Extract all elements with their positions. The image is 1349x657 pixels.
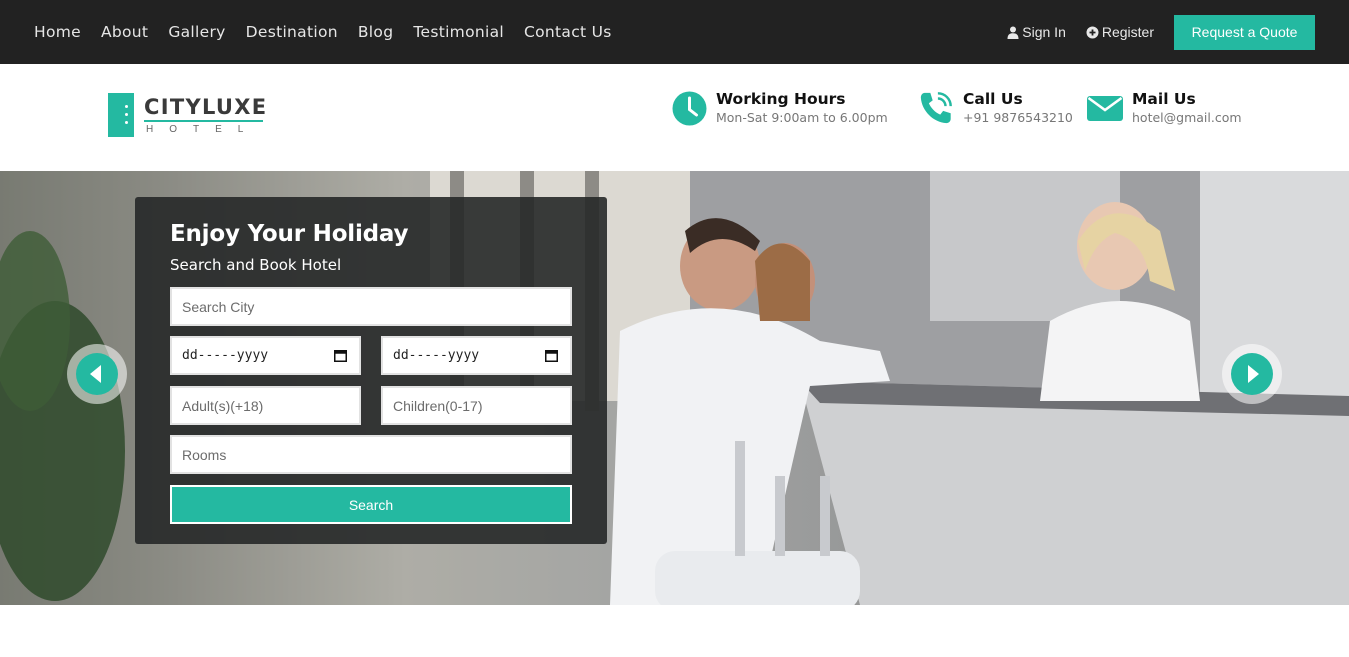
chevron-right-icon — [1231, 353, 1273, 395]
children-input[interactable]: Children(0-17) — [381, 386, 572, 425]
plus-circle-icon — [1086, 26, 1099, 38]
top-navbar: Home About Gallery Destination Blog Test… — [0, 0, 1349, 64]
logo-divider — [144, 119, 263, 122]
adults-placeholder: Adult(s)(+18) — [182, 397, 264, 414]
call-us-title: Call Us — [963, 90, 1023, 108]
mail-us-title: Mail Us — [1132, 90, 1196, 108]
mail-us-value[interactable]: hotel@gmail.com — [1132, 109, 1242, 126]
call-us-value[interactable]: +91 9876543210 — [963, 109, 1073, 126]
children-placeholder: Children(0-17) — [393, 397, 483, 414]
booking-panel: Enjoy Your Holiday Search and Book Hotel… — [135, 197, 607, 544]
check-in-date-value: dd-----yyyy — [182, 348, 269, 363]
nav-link-gallery[interactable]: Gallery — [168, 23, 225, 41]
calendar-icon[interactable] — [334, 349, 347, 362]
nav-link-testimonial[interactable]: Testimonial — [413, 23, 504, 41]
slider-prev-button[interactable] — [67, 344, 127, 404]
user-icon — [1007, 26, 1019, 39]
mail-us-info: Mail Us hotel@gmail.com — [1087, 88, 1242, 128]
register-link[interactable]: Register — [1086, 24, 1154, 40]
register-label: Register — [1101, 24, 1154, 40]
search-city-placeholder: Search City — [182, 298, 255, 315]
request-quote-button[interactable]: Request a Quote — [1174, 14, 1315, 50]
nav-link-home[interactable]: Home — [34, 23, 81, 41]
booking-subtitle: Search and Book Hotel — [170, 256, 342, 274]
envelope-icon[interactable] — [1087, 88, 1123, 128]
sign-in-label: Sign In — [1022, 24, 1066, 40]
sign-in-link[interactable]: Sign In — [1007, 24, 1066, 40]
chevron-left-icon — [76, 353, 118, 395]
working-hours-title: Working Hours — [716, 90, 846, 108]
check-out-date-value: dd-----yyyy — [393, 348, 480, 363]
calendar-icon[interactable] — [545, 349, 558, 362]
logo-text: CITYLUXE HOTEL — [144, 96, 267, 135]
booking-title: Enjoy Your Holiday — [170, 221, 409, 247]
auth-area: Sign In Register Request a Quote — [1007, 0, 1315, 64]
nav-link-about[interactable]: About — [101, 23, 148, 41]
brand-name: CITYLUXE — [144, 94, 268, 119]
phone-icon[interactable] — [918, 88, 954, 128]
nav-link-blog[interactable]: Blog — [358, 23, 393, 41]
check-in-date-input[interactable]: dd-----yyyy — [170, 336, 361, 375]
slider-next-button[interactable] — [1222, 344, 1282, 404]
check-out-date-input[interactable]: dd-----yyyy — [381, 336, 572, 375]
nav-link-destination[interactable]: Destination — [246, 23, 338, 41]
main-nav: Home About Gallery Destination Blog Test… — [34, 0, 632, 64]
brand-tagline: HOTEL — [146, 123, 260, 135]
rooms-input[interactable]: Rooms — [170, 435, 572, 474]
hero-slider: Enjoy Your Holiday Search and Book Hotel… — [0, 171, 1349, 605]
search-button[interactable]: Search — [170, 485, 572, 524]
logo-mark-icon — [108, 93, 134, 137]
adults-input[interactable]: Adult(s)(+18) — [170, 386, 361, 425]
working-hours-info: Working Hours Mon-Sat 9:00am to 6.00pm — [671, 88, 888, 128]
site-header: CITYLUXE HOTEL Working Hours Mon-Sat 9:0… — [0, 64, 1349, 171]
call-us-info: Call Us +91 9876543210 — [918, 88, 1073, 128]
working-hours-value: Mon-Sat 9:00am to 6.00pm — [716, 110, 888, 125]
rooms-placeholder: Rooms — [182, 446, 227, 463]
nav-link-contact-us[interactable]: Contact Us — [524, 23, 612, 41]
search-city-input[interactable]: Search City — [170, 287, 572, 326]
clock-icon — [671, 88, 707, 128]
brand-logo[interactable]: CITYLUXE HOTEL — [108, 93, 267, 137]
